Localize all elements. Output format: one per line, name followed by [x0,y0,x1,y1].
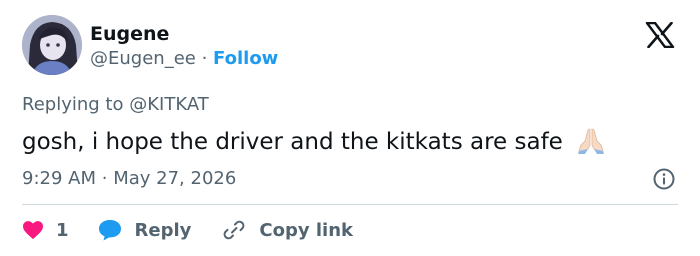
like-count: 1 [56,219,69,241]
handle-row: @Eugen_ee · Follow [90,47,278,71]
info-icon[interactable] [652,167,676,191]
reply-button[interactable]: Reply [97,218,192,242]
copy-link-button[interactable]: Copy link [221,218,353,242]
tweet-text: gosh, i hope the driver and the kitkats … [22,125,606,157]
reply-bubble-icon [98,220,121,241]
like-button[interactable]: 1 [22,220,69,241]
tweet-body: gosh, i hope the driver and the kitkats … [22,129,563,155]
action-bar: 1 Reply Copy link [22,216,383,244]
x-logo-icon[interactable] [645,22,675,48]
heart-icon [23,221,43,240]
meta-separator: · [101,168,108,189]
replying-handle[interactable]: @KITKAT [129,94,209,115]
tweet-timestamp[interactable]: 9:29 AM · May 27, 2026 [22,167,236,191]
folded-hands-icon [578,128,605,154]
avatar-image [22,15,82,75]
tweet-date: May 27, 2026 [113,168,237,189]
avatar[interactable] [22,15,82,75]
replying-prefix: Replying to [22,94,124,115]
divider [22,204,678,205]
replying-to: Replying to @KITKAT [22,93,209,117]
tweet-time: 9:29 AM [22,168,96,189]
reply-label: Reply [134,219,192,241]
link-icon [224,220,245,240]
copy-link-label: Copy link [259,219,353,241]
user-handle[interactable]: @Eugen_ee [90,48,196,69]
follow-button[interactable]: Follow [213,48,278,69]
handle-separator: · [201,48,208,69]
display-name[interactable]: Eugene [90,22,169,46]
